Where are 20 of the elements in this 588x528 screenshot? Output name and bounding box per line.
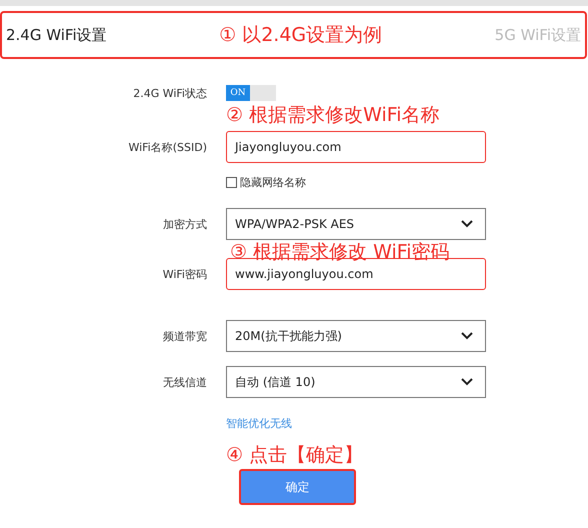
field-label: 频道带宽 — [162, 328, 207, 344]
annotation: ② 根据需求修改WiFi名称 — [226, 103, 440, 127]
input-field[interactable]: Jiayongluyou.com — [226, 131, 486, 163]
chevron-down-icon — [461, 378, 473, 386]
toggle-switch[interactable]: ON — [226, 85, 276, 101]
chevron-down-icon — [461, 220, 473, 228]
chevron-down-icon — [461, 332, 473, 340]
checkbox[interactable] — [226, 177, 237, 188]
tab[interactable]: 2.4G WiFi设置 — [6, 26, 107, 44]
dropdown[interactable]: 20M(抗干扰能力强) — [226, 320, 486, 352]
field-label: WiFi密码 — [162, 266, 207, 282]
dropdown[interactable]: WPA/WPA2-PSK AES — [226, 208, 486, 240]
checkbox-label: 隐藏网络名称 — [240, 175, 306, 190]
annotation: ① 以2.4G设置为例 — [219, 23, 382, 47]
field-label: 加密方式 — [162, 216, 207, 232]
field-label: WiFi名称(SSID) — [127, 140, 207, 154]
field-label: 2.4G WiFi状态 — [132, 86, 207, 100]
field-label: 无线信道 — [162, 374, 207, 390]
annotation: ④ 点击【确定】 — [226, 443, 364, 467]
dropdown[interactable]: 自动 (信道 10) — [226, 366, 486, 398]
